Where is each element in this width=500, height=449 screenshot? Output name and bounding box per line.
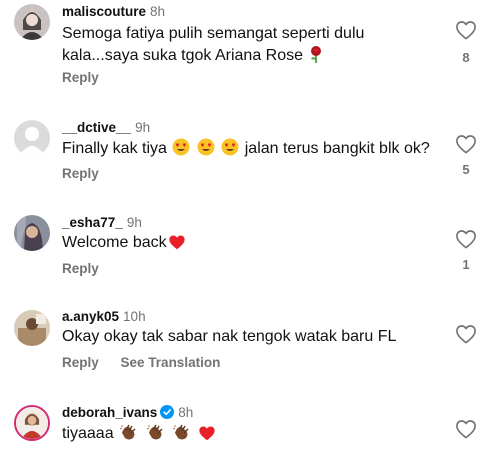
rose-emoji-icon — [308, 45, 324, 70]
comment-text-line: kala...saya suka tgok Ariana Rose — [62, 45, 442, 70]
avatar[interactable] — [14, 405, 50, 441]
comment-meta: maliscouture 8h — [62, 4, 165, 19]
username[interactable]: deborah_ivans — [62, 405, 157, 420]
heart-eyes-emoji-icon — [172, 138, 190, 163]
clapping-hands-emoji-icon — [119, 423, 139, 448]
like-button[interactable] — [455, 419, 477, 439]
comment-actions: Reply — [62, 70, 117, 85]
timestamp: 9h — [135, 120, 151, 135]
like-count: 8 — [462, 50, 470, 65]
heart-outline-icon — [456, 21, 476, 40]
timestamp: 8h — [150, 4, 166, 19]
reply-button[interactable]: Reply — [62, 166, 99, 181]
like-count: 1 — [462, 257, 470, 272]
red-heart-emoji-icon — [168, 234, 186, 257]
comment-meta: __dctive__ 9h — [62, 120, 150, 135]
avatar[interactable] — [14, 215, 50, 251]
like-button[interactable] — [455, 20, 477, 40]
heart-eyes-emoji-icon — [221, 138, 239, 163]
comment-actions: Reply See Translation — [62, 355, 238, 370]
heart-outline-icon — [456, 420, 476, 439]
comment-text-fragment: tiyaaaa — [62, 425, 114, 442]
comment-meta: _esha77_ 9h — [62, 215, 142, 230]
comment-text: Semoga fatiya pulih semangat seperti dul… — [62, 23, 442, 70]
comment-text: Okay okay tak sabar nak tengok watak bar… — [62, 326, 442, 348]
username[interactable]: maliscouture — [62, 4, 146, 19]
comment-meta: a.anyk05 10h — [62, 309, 146, 324]
comment-text-fragment: Welcome back — [62, 234, 167, 251]
reply-button[interactable]: Reply — [62, 70, 99, 85]
username[interactable]: _esha77_ — [62, 215, 123, 230]
like-button[interactable] — [455, 229, 477, 249]
like-count: 5 — [462, 162, 470, 177]
red-heart-emoji-icon — [198, 425, 216, 448]
avatar[interactable] — [14, 4, 50, 40]
comment-meta: deborah_ivans 8h — [62, 405, 193, 420]
clapping-hands-emoji-icon — [172, 423, 192, 448]
reply-button[interactable]: Reply — [62, 261, 99, 276]
like-button[interactable] — [455, 134, 477, 154]
timestamp: 10h — [123, 309, 146, 324]
comment-list: maliscouture 8h Semoga fatiya pulih seman… — [0, 0, 500, 449]
comment-actions: Reply — [62, 166, 117, 181]
avatar[interactable] — [14, 120, 50, 156]
comment-actions: Reply — [62, 261, 117, 276]
heart-outline-icon — [456, 230, 476, 249]
see-translation-button[interactable]: See Translation — [121, 355, 221, 370]
comment-text-fragment: Finally kak tiya — [62, 140, 167, 157]
username[interactable]: __dctive__ — [62, 120, 131, 135]
comment-text: tiyaaaa — [62, 423, 442, 448]
comment-text-fragment: Okay okay tak sabar nak tengok watak bar… — [62, 328, 397, 345]
timestamp: 8h — [178, 405, 194, 420]
comment-text-line: Semoga fatiya pulih semangat seperti dul… — [62, 25, 365, 42]
reply-button[interactable]: Reply — [62, 355, 99, 370]
avatar[interactable] — [14, 310, 50, 346]
username[interactable]: a.anyk05 — [62, 309, 119, 324]
comment-text-fragment: jalan terus bangkit blk ok? — [244, 140, 430, 157]
comment-text: Finally kak tiya jalan terus bangkit blk… — [62, 138, 442, 163]
comment-text: Welcome back — [62, 232, 442, 257]
verified-badge-icon — [160, 405, 175, 419]
comment-text-fragment: kala...saya suka tgok Ariana Rose — [62, 47, 304, 64]
clapping-hands-emoji-icon — [146, 423, 166, 448]
heart-outline-icon — [456, 325, 476, 344]
heart-eyes-emoji-icon — [197, 138, 215, 163]
timestamp: 9h — [126, 215, 142, 230]
heart-outline-icon — [456, 135, 476, 154]
like-button[interactable] — [455, 324, 477, 344]
